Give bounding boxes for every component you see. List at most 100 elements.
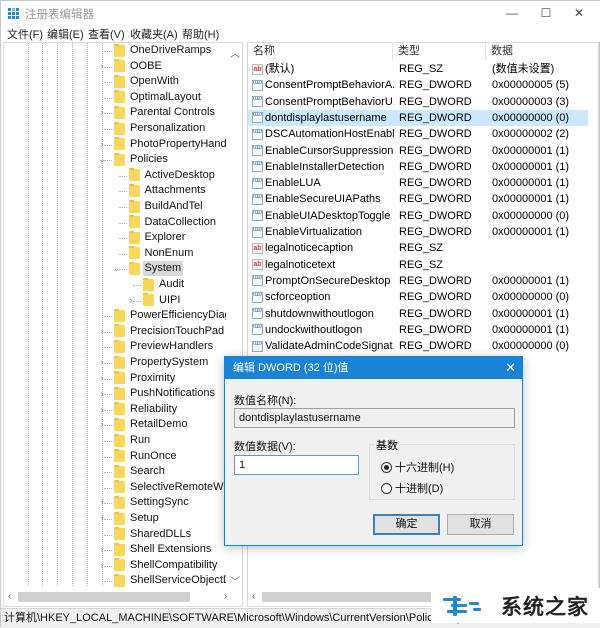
scroll-up-icon[interactable]: ︿ — [230, 45, 240, 60]
value-row[interactable]: 010 110EnableSecureUIAPaths REG_DWORD 0x00… — [248, 191, 588, 207]
watermark: 系统之家 — [431, 588, 600, 623]
tree-node-policies[interactable]: Policies — [114, 152, 170, 167]
tree-node-setup[interactable]: Setup — [114, 511, 161, 526]
title-bar: 注册表编辑器 — ☐ ✕ — [1, 1, 600, 25]
menu-view[interactable]: 查看(V) — [88, 26, 125, 42]
tree-horizontal-scrollbar[interactable]: ‹ › — [4, 588, 242, 606]
expand-chevron-icon[interactable]: › — [97, 107, 107, 117]
tree-node-shellcompatibility[interactable]: ShellCompatibility — [114, 558, 219, 573]
tree-node-explorer[interactable]: Explorer — [128, 230, 188, 245]
tree-node-oobe[interactable]: OOBE — [114, 59, 164, 74]
value-data: 0x00000005 (5) — [492, 79, 570, 92]
expand-chevron-icon[interactable]: › — [97, 404, 107, 414]
expand-chevron-icon[interactable]: › — [97, 61, 107, 71]
value-row[interactable]: ab legalnoticetext REG_SZ — [248, 257, 588, 273]
tree-node-proximity[interactable]: Proximity — [114, 371, 177, 386]
tree-connector-line — [104, 160, 112, 162]
tree-node-audit[interactable]: Audit — [143, 277, 186, 292]
value-row[interactable]: 010 110PromptOnSecureDesktop REG_DWORD 0x0… — [248, 273, 588, 289]
tree-hscroll-thumb[interactable] — [18, 592, 190, 602]
expand-chevron-icon[interactable]: › — [97, 544, 107, 554]
expand-chevron-icon[interactable]: › — [97, 419, 107, 429]
ok-button[interactable]: 确定 — [373, 514, 440, 535]
radio-hexadecimal[interactable]: 十六进制(H) — [381, 459, 454, 475]
tree-node-label: NonEnum — [144, 246, 194, 259]
tree-connector-line — [104, 66, 112, 68]
tree-node-reliability[interactable]: Reliability — [114, 402, 179, 417]
tree-node-powerefficiencydiagnos[interactable]: PowerEfficiencyDiagnos — [114, 308, 242, 323]
value-row[interactable]: 010 110scforceoption REG_DWORD 0x00000000 … — [248, 289, 588, 305]
tree-node-search[interactable]: Search — [114, 464, 167, 479]
expand-chevron-icon[interactable]: › — [97, 326, 107, 336]
scroll-down-icon[interactable]: ﹀ — [230, 573, 240, 588]
expand-chevron-icon[interactable]: › — [97, 497, 107, 507]
registry-key-tree: OneDriveRamps › OOBE OpenWith OptimalLayout ›… — [3, 42, 243, 607]
expand-chevron-icon[interactable]: › — [97, 357, 107, 367]
tree-node-parental-controls[interactable]: Parental Controls — [114, 105, 217, 120]
value-row[interactable]: 010 110EnableUIADesktopToggle REG_DWORD 0x… — [248, 208, 588, 224]
tree-node-previewhandlers[interactable]: PreviewHandlers — [114, 339, 215, 354]
value-row[interactable]: 010 110undockwithoutlogon REG_DWORD 0x0000… — [248, 322, 588, 338]
column-header-name[interactable]: 名称 — [248, 43, 393, 60]
tree-node-run[interactable]: Run — [114, 433, 152, 448]
tree-node-nonenum[interactable]: NonEnum — [128, 246, 196, 261]
value-row[interactable]: 010 110EnableInstallerDetection REG_DWORD… — [248, 159, 588, 175]
close-button[interactable]: ✕ — [557, 1, 600, 25]
tree-node-photopropertyhandler[interactable]: PhotoPropertyHandler — [114, 137, 241, 152]
value-row[interactable]: 010 110ConsentPromptBehaviorU... REG_DWOR… — [248, 94, 588, 110]
tree-node-runonce[interactable]: RunOnce — [114, 449, 178, 464]
tree-node-system[interactable]: System — [128, 261, 184, 277]
expand-chevron-icon[interactable]: › — [97, 388, 107, 398]
menu-edit[interactable]: 编辑(E) — [47, 26, 84, 42]
tree-node-propertysystem[interactable]: PropertySystem — [114, 355, 210, 370]
tree-node-openwith[interactable]: OpenWith — [114, 74, 181, 89]
tree-node-optimallayout[interactable]: OptimalLayout — [114, 90, 203, 105]
value-row[interactable]: ab legalnoticecaption REG_SZ — [248, 240, 588, 256]
tree-node-pushnotifications[interactable]: PushNotifications — [114, 386, 217, 401]
value-row[interactable]: 010 110DSCAutomationHostEnabl... REG_DWOR… — [248, 126, 588, 142]
value-row[interactable]: 010 110dontdisplaylastusername REG_DWORD 0… — [248, 109, 588, 126]
expand-chevron-icon[interactable]: › — [97, 139, 107, 149]
tree-node-selectiveremotewipe[interactable]: SelectiveRemoteWipe — [114, 480, 240, 495]
scroll-left-icon[interactable]: ‹ — [8, 591, 11, 602]
scroll-right-icon[interactable]: › — [224, 591, 227, 602]
value-row[interactable]: 010 110ValidateAdminCodeSignat... REG_DWO… — [248, 338, 588, 354]
dialog-close-icon[interactable]: ✕ — [505, 357, 516, 379]
value-row[interactable]: 010 110EnableVirtualization REG_DWORD 0x00… — [248, 224, 588, 240]
value-row[interactable]: 010 110shutdownwithoutlogon REG_DWORD 0x00… — [248, 306, 588, 322]
scroll-left-icon[interactable]: ‹ — [252, 591, 255, 602]
menu-file[interactable]: 文件(F) — [7, 26, 43, 42]
expand-chevron-icon[interactable]: › — [97, 560, 107, 570]
column-header-data[interactable]: 数据 — [486, 43, 598, 60]
value-name-cell: 010 110EnableVirtualization — [252, 224, 394, 240]
tree-node-uipi[interactable]: UIPI — [143, 293, 182, 308]
cancel-button[interactable]: 取消 — [447, 514, 514, 535]
value-data-input[interactable]: 1 — [234, 455, 359, 475]
tree-node-buildandtel[interactable]: BuildAndTel — [128, 199, 205, 214]
column-header-type[interactable]: 类型 — [393, 43, 486, 60]
list-hscroll-thumb[interactable] — [262, 592, 432, 602]
folder-icon — [114, 464, 125, 478]
tree-node-shellserviceobjectdela[interactable]: ShellServiceObjectDela — [114, 573, 242, 588]
tree-node-retaildemo[interactable]: RetailDemo — [114, 417, 189, 432]
tree-node-shell-extensions[interactable]: Shell Extensions — [114, 542, 213, 557]
radio-decimal[interactable]: 十进制(D) — [381, 480, 443, 496]
tree-node-precisiontouchpad[interactable]: PrecisionTouchPad — [114, 324, 226, 339]
expand-chevron-icon[interactable]: › — [97, 373, 107, 383]
menu-help[interactable]: 帮助(H) — [182, 26, 219, 42]
tree-node-settingsync[interactable]: SettingSync — [114, 495, 191, 510]
value-row[interactable]: 010 110EnableCursorSuppression REG_DWORD 0… — [248, 143, 588, 159]
value-row[interactable]: 010 110ConsentPromptBehaviorA... REG_DWOR… — [248, 77, 588, 93]
tree-node-attachments[interactable]: Attachments — [128, 183, 208, 198]
tree-node-personalization[interactable]: Personalization — [114, 121, 207, 136]
tree-node-datacollection[interactable]: DataCollection — [128, 215, 219, 230]
expand-chevron-icon[interactable]: › — [126, 295, 136, 305]
value-row[interactable]: 010 110EnableLUA REG_DWORD 0x00000001 (1) — [248, 175, 588, 191]
menu-favorites[interactable]: 收藏夹(A) — [130, 26, 178, 42]
tree-node-onedriveramps[interactable]: OneDriveRamps — [114, 43, 213, 58]
value-row[interactable]: ab (默认) REG_SZ (数值未设置) — [248, 61, 588, 77]
tree-node-label: DataCollection — [144, 215, 217, 228]
tree-node-shareddlls[interactable]: SharedDLLs — [114, 527, 193, 542]
tree-node-activedesktop[interactable]: ActiveDesktop — [128, 168, 217, 183]
expand-chevron-icon[interactable]: › — [97, 513, 107, 523]
